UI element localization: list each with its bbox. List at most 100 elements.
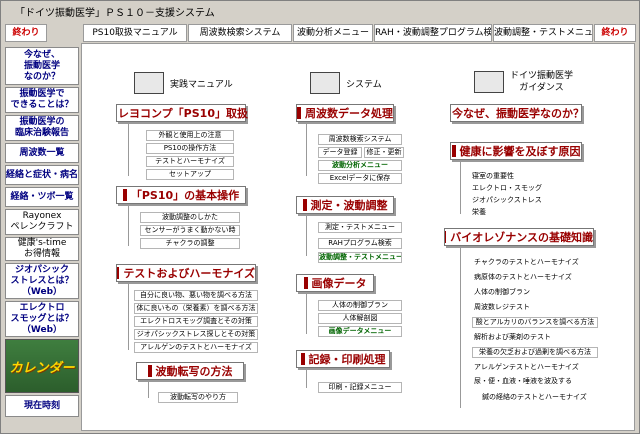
guidance-header: ドイツ振動医学 ガイダンス [474,70,573,94]
current-time-button[interactable]: 現在時刻 [5,395,79,417]
guidance-group-why[interactable]: 今なぜ、振動医学なのか？ [450,104,584,122]
bullet-mark [297,107,301,119]
system-item[interactable]: RAHプログラム検索 [318,238,402,249]
bullet-mark [117,267,120,279]
sidebar-item-what-can[interactable]: 振動医学で できることは？ [5,87,79,113]
manual-item[interactable]: アレルゲンのテストとハーモナイズ [134,342,258,353]
tab-rah-program-search[interactable]: RAH・波動調整プログラム検索 [374,24,492,42]
system-group-measure-title: 測定・波動調整 [310,199,388,212]
manual-item[interactable]: ジオパシックストレス探しとその対策 [134,329,258,340]
manual-group-transfer[interactable]: 波動転写の方法 [136,362,244,380]
guidance-item[interactable]: 栄養 [472,208,562,219]
sidebar-item-health-info[interactable]: 健康's-time お得情報 [5,237,79,261]
manual-item[interactable]: チャクラの調整 [140,238,240,249]
guidance-item[interactable]: 人体の制御ブラン [474,288,594,299]
guidance-item[interactable]: 周波数レジテスト [474,303,594,314]
sidebar-item-meridian-points[interactable]: 経絡・ツボ一覧 [5,187,79,207]
guidance-item[interactable]: 栄養の欠乏および過剰を調べる方法 [472,347,598,358]
guidance-item[interactable]: エレクトロ・スモッグ [472,184,562,195]
system-item[interactable]: 波動調整・テストメニュー [318,252,402,263]
manual-header: 実践マニュアル [134,72,233,94]
bullet-mark [445,231,447,243]
manual-item[interactable]: 波動調整のしかた [140,212,240,223]
system-item[interactable]: データ登録 [318,147,362,158]
guidance-item[interactable]: ジオパシックストレス [472,196,562,207]
sidebar-item-geopathic[interactable]: ジオパシック ストレスとは？ （Web） [5,263,79,299]
sidebar-item-meridian-symptoms[interactable]: 経絡と症状・病名 [5,165,79,185]
guidance-group-causes[interactable]: 健康に影響を及ぼす原因 [450,142,582,160]
bullet-mark [303,277,308,289]
calendar-button[interactable]: カレンダー [5,339,79,393]
system-item[interactable]: 印刷・記録メニュー [318,382,402,393]
guidance-item[interactable]: チャクラのテストとハーモナイズ [474,258,594,269]
manual-group-test[interactable]: テストおよびハーモナイズ [116,264,256,282]
sidebar-item-electrosmog[interactable]: エレクトロ スモッグとは？ （Web） [5,301,79,337]
manual-item[interactable]: 自分に良い物、悪い物を調べる方法 [134,290,258,301]
tree-line [128,284,129,350]
sidebar-item-frequency-list[interactable]: 周波数一覧 [5,143,79,163]
sidebar-item-rayonex[interactable]: Rayonex ペレンクラフト [5,209,79,235]
tab-wave-analysis[interactable]: 波動分析メニュー [293,24,373,42]
tab-frequency-search[interactable]: 周波数検索システム [188,24,292,42]
system-item[interactable]: 人体の制御ブラン [318,300,402,311]
tree-line [128,124,129,176]
system-item[interactable]: Excelデータに保存 [318,173,402,184]
top-toolbar: 終わり PS10取扱マニュアル 周波数検索システム 波動分析メニュー RAH・波… [5,24,637,42]
tree-line [306,124,307,176]
sidebar-item-why-now[interactable]: 今なぜ、 振動医学 なのか？ [5,47,79,85]
manual-group-ps10[interactable]: レヨコンプ「PS10」取扱 [116,104,248,122]
guidance-item[interactable]: 病原体のテストとハーモナイズ [474,273,594,284]
tree-line [148,382,149,398]
bullet-mark [451,145,456,157]
tree-line [460,248,461,408]
system-group-print-title: 記録・印刷処理 [308,353,386,366]
guidance-group-bioresonance[interactable]: バイオレゾナンスの基礎知識 [444,228,594,246]
manual-group-basic[interactable]: 「PS10」の基本操作 [116,186,246,204]
tab-ps10-manual[interactable]: PS10取扱マニュアル [83,24,187,42]
bullet-mark [147,365,152,377]
system-group-measure[interactable]: 測定・波動調整 [296,196,394,214]
guidance-item[interactable]: 酸とアルカリのバランスを調べる方法 [472,317,598,328]
manual-item[interactable]: 外観と使用上の注意 [146,130,234,141]
system-group-image-title: 画像データ [311,277,367,290]
bullet-mark [300,353,305,365]
tree-line [460,162,461,214]
manual-item[interactable]: セットアップ [146,169,234,180]
tree-line [306,216,307,256]
manual-item[interactable]: テストとハーモナイズ [146,156,234,167]
guidance-group-why-title: 今なぜ、振動医学なのか？ [452,107,584,120]
system-group-frequency[interactable]: 周波数データ処理 [296,104,394,122]
guidance-group-causes-title: 健康に影響を及ぼす原因 [459,145,581,158]
system-item[interactable]: 修正・更新 [364,147,404,158]
tab-wave-test-menu[interactable]: 波動調整・テストメニュー [493,24,593,42]
system-item[interactable]: 画像データメニュー [318,326,402,337]
calendar-label: カレンダー [9,360,75,376]
exit-button-right[interactable]: 終わり [594,24,636,42]
guidance-header-line1: ドイツ振動医学 [510,71,574,81]
money-icon [134,72,164,94]
guidance-item[interactable]: 尿・便・血液・唾液を波及する [474,377,594,388]
guidance-item[interactable]: アレルゲンテストとハーモナイズ [474,363,594,374]
sidebar-item-clinical[interactable]: 振動医学の 臨床治験報告 [5,115,79,141]
guidance-item[interactable]: 鍼の経絡のテストとハーモナイズ [482,393,602,404]
manual-item[interactable]: 体に良いもの（栄養素）を調べる方法 [134,303,258,314]
system-item[interactable]: 波動分析メニュー [318,160,402,171]
window-title: 「ドイツ振動医学」ＰＳ１０－支援システム [5,4,637,24]
exit-button-left[interactable]: 終わり [5,24,47,42]
guidance-item[interactable]: 解析および薬剤のテスト [474,333,594,344]
manual-item[interactable]: 波動転写のやり方 [158,392,238,403]
tree-line [306,294,307,334]
guidance-header-text: ドイツ振動医学 ガイダンス [510,70,573,94]
system-item[interactable]: 人体解剖図 [318,313,402,324]
tree-line [306,370,307,388]
app-window: 「ドイツ振動医学」ＰＳ１０－支援システム 終わり PS10取扱マニュアル 周波数… [0,0,640,434]
manual-group-test-title: テストおよびハーモナイズ [123,267,255,280]
system-item[interactable]: 測定・テストメニュー [318,222,402,233]
manual-item[interactable]: エレクトロスモッグ調査とその対策 [134,316,258,327]
manual-item[interactable]: PS10の操作方法 [146,143,234,154]
system-group-print[interactable]: 記録・印刷処理 [296,350,390,368]
system-group-image[interactable]: 画像データ [296,274,374,292]
system-item[interactable]: 周波数検索システム [318,134,402,145]
guidance-item[interactable]: 寝室の重要性 [472,172,562,183]
manual-item[interactable]: センサーがうまく動かない時 [140,225,240,236]
